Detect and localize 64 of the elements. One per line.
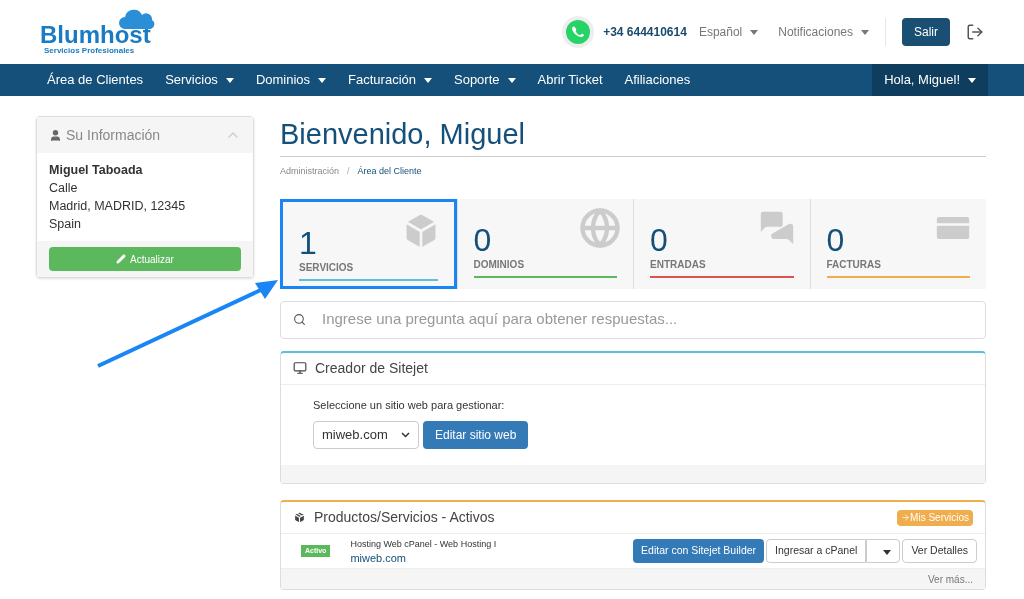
nav-item[interactable]: Servicios [154, 64, 245, 96]
sitejet-builder-button[interactable]: Editar con Sitejet Builder [633, 539, 765, 563]
nav-item[interactable]: Afiliaciones [613, 64, 702, 96]
stat-label: DOMINIOS [473, 257, 526, 272]
pencil-icon [116, 254, 127, 264]
nav-item[interactable]: Dominios [244, 64, 338, 96]
monitor-icon [293, 361, 307, 375]
chevron-icon [401, 432, 410, 438]
breadcrumb-separator: / [347, 165, 350, 178]
caret-icon [861, 29, 869, 35]
address-line: Calle [49, 180, 79, 197]
caret-icon [750, 29, 759, 35]
caret-icon [968, 77, 976, 83]
stat-label: ENTRADAS [650, 257, 707, 272]
language-menu[interactable]: Español [698, 23, 759, 41]
product-name: Hosting Web cPanel - Web Hosting I [350, 538, 497, 551]
nav-item[interactable]: Facturación [337, 64, 443, 96]
stat-tile[interactable]: 0 FACTURAS [809, 198, 986, 289]
stat-tile[interactable]: 1 SERVICIOS [280, 198, 457, 289]
breadcrumb-link[interactable]: Área del Cliente [357, 165, 422, 179]
user-menu[interactable]: Hola, Miguel! [872, 64, 988, 96]
address-line: Madrid, MADRID, 12345 [49, 198, 187, 215]
logo-text[interactable]: Blumhost [40, 23, 151, 47]
panel-title: Creador de Sitejet [315, 358, 428, 378]
site-value: miweb.com [322, 426, 388, 445]
search-field[interactable]: Ingrese una pregunta aquí para obtener respuestas... [280, 300, 986, 339]
search-icon [293, 313, 306, 326]
nav-item[interactable]: Soporte [443, 64, 527, 96]
search-input[interactable]: Ingrese una pregunta aquí para obtener respuestas... [322, 308, 973, 331]
cpanel-button[interactable]: Ingresar a cPanel [766, 539, 867, 563]
stat-label: SERVICIOS [299, 260, 355, 275]
stat-count: 0 [473, 222, 492, 257]
user-icon [49, 128, 62, 142]
site-select[interactable]: miweb.com [313, 421, 419, 449]
card-title: Su Información [66, 125, 161, 145]
panel-title: Productos/Servicios - Activos [314, 508, 495, 527]
domain-link[interactable]: miweb.com [350, 551, 497, 565]
see-more-link[interactable]: Ver más... [928, 571, 973, 587]
phone-number[interactable]: +34 644410614 [603, 23, 687, 41]
notifications-menu[interactable]: Notificaciones [778, 23, 869, 41]
dropdown-toggle[interactable] [866, 539, 901, 563]
logout-icon[interactable] [966, 23, 984, 41]
box-icon [293, 511, 306, 524]
globe-icon [579, 206, 621, 249]
address-line: Spain [49, 216, 82, 233]
edit-site-button[interactable]: Editar sitio web [423, 421, 529, 449]
logout-button[interactable]: Salir [902, 18, 950, 46]
page-title: Bienvenido, Miguel [280, 116, 986, 157]
stat-tile[interactable]: 0 ENTRADAS [633, 198, 810, 289]
nav-item[interactable]: Área de Clientes [36, 64, 155, 96]
stat-label: FACTURAS [826, 257, 882, 272]
details-button[interactable]: Ver Detalles [902, 539, 977, 563]
whatsapp-icon [561, 15, 596, 49]
stat-count: 0 [650, 222, 668, 257]
breadcrumb-link[interactable]: Administración [280, 165, 340, 179]
logo-tagline: Servicios Profesionales [44, 47, 135, 55]
stat-tile[interactable]: 0 DOMINIOS [456, 198, 633, 289]
arrow-icon [901, 513, 911, 522]
stat-count: 1 [299, 225, 317, 260]
stat-count: 0 [826, 222, 845, 257]
site-prompt: Seleccione un sitio web para gestionar: [313, 397, 506, 413]
nav-item[interactable]: Abrir Ticket [526, 64, 614, 96]
client-name: Miguel Taboada [49, 162, 144, 179]
caret-icon [883, 550, 892, 556]
